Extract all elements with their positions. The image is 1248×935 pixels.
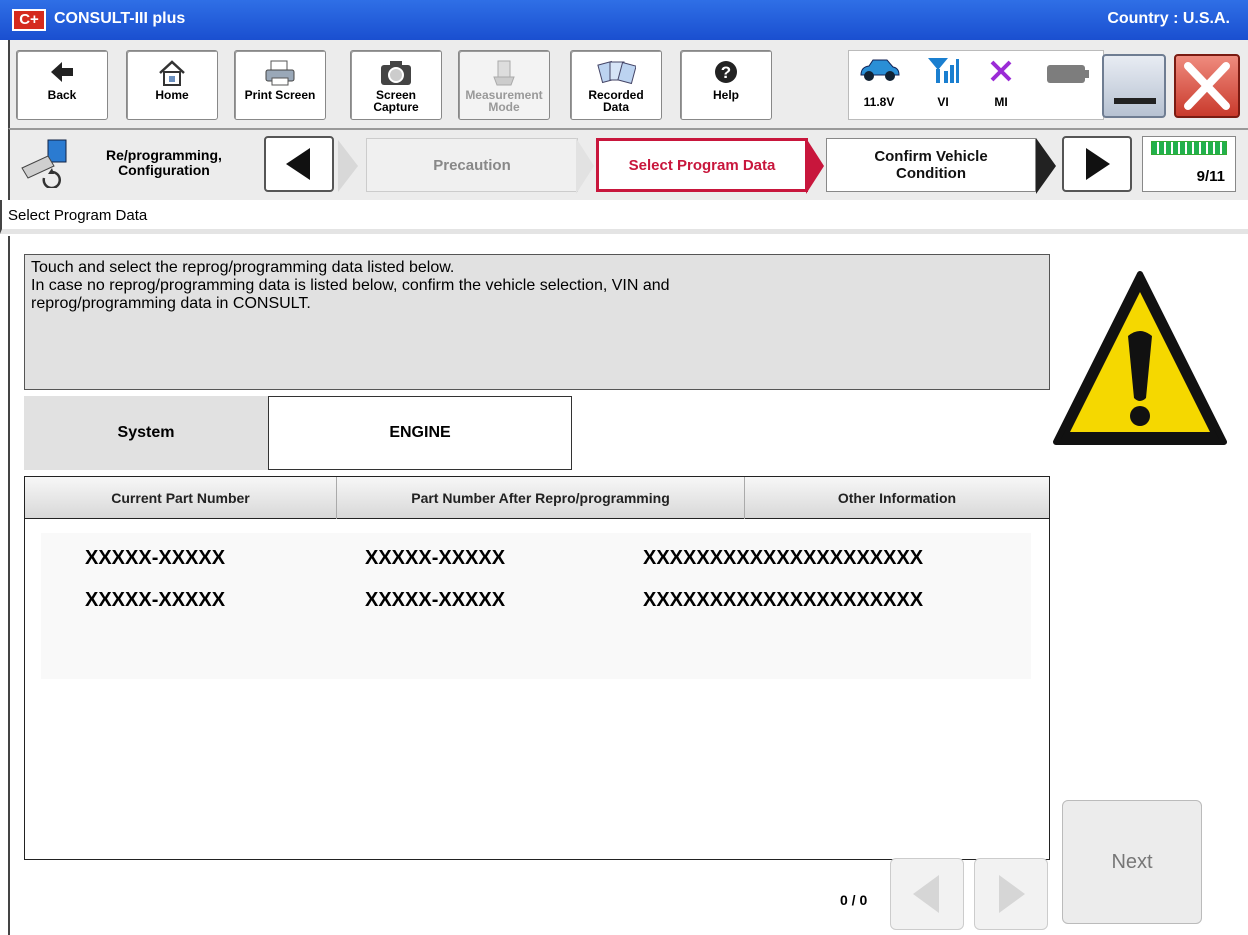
table-row[interactable]: XXXXX-XXXXX XXXXX-XXXXX XXXXXXXXXXXXXXXX… <box>41 589 1031 619</box>
other-information: XXXXXXXXXXXXXXXXXXXXX <box>643 547 924 569</box>
step-select-program-data[interactable]: Select Program Data <box>596 138 808 192</box>
prev-step-button[interactable] <box>264 136 334 192</box>
column-header: Current Part Number <box>25 477 337 519</box>
left-arrow-icon <box>913 875 939 913</box>
minimize-icon <box>1114 98 1156 104</box>
screen-capture-button[interactable]: Screen Capture <box>350 50 442 120</box>
close-button[interactable] <box>1174 54 1240 118</box>
chevron-divider-icon <box>576 138 594 194</box>
current-part-number: XXXXX-XXXXX <box>85 547 226 569</box>
home-button[interactable]: Home <box>126 50 218 120</box>
back-button[interactable]: Back <box>16 50 108 120</box>
mode-label: Re/programming, Configuration <box>106 147 222 178</box>
page-next-button[interactable] <box>974 858 1048 930</box>
column-header: Part Number After Repro/programming <box>337 477 745 519</box>
vehicle-status-panel: 11.8V VI MI <box>848 50 1104 120</box>
table-body: XXXXX-XXXXX XXXXX-XXXXX XXXXXXXXXXXXXXXX… <box>41 533 1031 679</box>
instruction-message: Touch and select the reprog/programming … <box>24 254 1050 390</box>
left-arrow-icon <box>286 148 310 180</box>
title-bar: C+ CONSULT-III plus Country : U.S.A. <box>0 0 1248 40</box>
column-header: Other Information <box>837 490 957 506</box>
right-arrow-icon <box>999 875 1025 913</box>
print-screen-label: Print Screen <box>244 88 316 102</box>
screen-capture-label: Screen Capture <box>373 88 419 114</box>
current-part-number: XXXXX-XXXXX <box>85 589 226 611</box>
page-indicator: 0 / 0 <box>840 892 868 908</box>
recorded-data-icon <box>571 59 661 89</box>
country-label: Country : U.S.A. <box>1107 10 1230 27</box>
system-value: ENGINE <box>268 396 572 470</box>
back-arrow-icon <box>17 59 107 89</box>
printer-icon <box>235 59 325 89</box>
page-title: Select Program Data <box>0 200 1248 234</box>
back-label: Back <box>47 88 77 102</box>
signal-icon <box>925 55 961 88</box>
home-icon <box>127 59 217 89</box>
battery-icon <box>1045 63 1091 88</box>
active-step-arrow-icon <box>806 138 824 194</box>
svg-text:?: ? <box>721 63 731 82</box>
main-content: Touch and select the reprog/programming … <box>8 236 1248 935</box>
print-screen-button[interactable]: Print Screen <box>234 50 326 120</box>
toolbar: Back Home Print Screen Screen Capture Me… <box>8 40 1248 128</box>
progress-bar <box>1151 141 1227 155</box>
workflow-bar: Re/programming, Configuration Precaution… <box>8 128 1248 200</box>
chevron-divider-icon <box>1036 138 1056 194</box>
app-title: CONSULT-III plus <box>54 10 186 27</box>
program-data-table: Current Part Number Part Number After Re… <box>24 476 1050 860</box>
app-logo: C+ <box>12 9 46 31</box>
chevron-divider-icon <box>338 140 358 192</box>
car-icon <box>857 57 901 86</box>
minimize-button[interactable] <box>1102 54 1166 118</box>
recorded-data-label: Recorded Data <box>588 88 644 114</box>
new-part-number: XXXXX-XXXXX <box>365 547 506 569</box>
measurement-mode-label: Measurement Mode <box>465 88 543 114</box>
help-icon: ? <box>681 59 771 89</box>
step-precaution[interactable]: Precaution <box>366 138 578 192</box>
next-step-button[interactable] <box>1062 136 1132 192</box>
home-label: Home <box>155 88 189 102</box>
warning-icon <box>1053 271 1227 445</box>
measurement-icon <box>459 59 549 89</box>
page-prev-button[interactable] <box>890 858 964 930</box>
help-button[interactable]: ? Help <box>680 50 772 120</box>
new-part-number: XXXXX-XXXXX <box>365 589 506 611</box>
mi-label: MI <box>994 95 1008 109</box>
mi-disconnected-icon <box>983 57 1019 88</box>
other-information: XXXXXXXXXXXXXXXXXXXXX <box>643 589 924 611</box>
step-confirm-vehicle-condition[interactable]: Confirm Vehicle Condition <box>826 138 1036 192</box>
system-label: System <box>24 396 268 470</box>
table-row[interactable]: XXXXX-XXXXX XXXXX-XXXXX XXXXXXXXXXXXXXXX… <box>41 547 1031 577</box>
right-arrow-icon <box>1086 148 1110 180</box>
battery-voltage: 11.8V <box>863 95 895 109</box>
progress-count: 9/11 <box>1196 168 1225 185</box>
next-button[interactable]: Next <box>1062 800 1202 924</box>
step-progress: 9/11 <box>1142 136 1236 192</box>
reprogramming-icon <box>18 138 78 193</box>
recorded-data-button[interactable]: Recorded Data <box>570 50 662 120</box>
help-label: Help <box>712 88 739 102</box>
vi-label: VI <box>937 95 949 109</box>
table-header: Current Part Number Part Number After Re… <box>25 477 1049 519</box>
measurement-mode-button[interactable]: Measurement Mode <box>458 50 550 120</box>
close-icon <box>1184 62 1230 110</box>
camera-icon <box>351 59 441 89</box>
